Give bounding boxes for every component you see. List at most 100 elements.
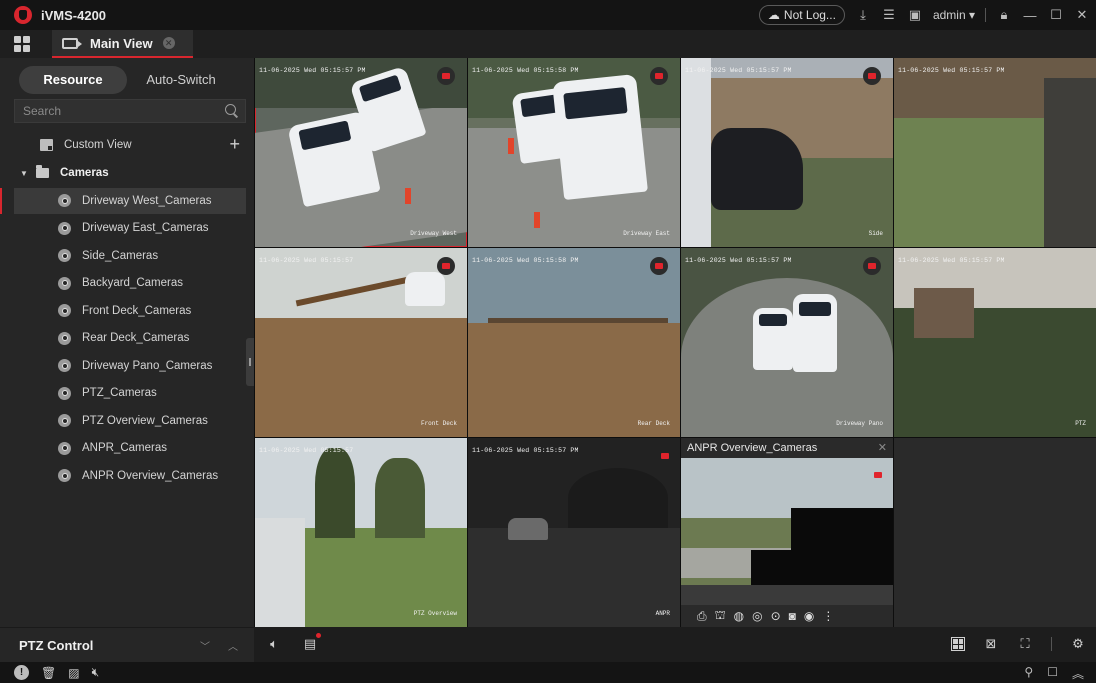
camera-item[interactable]: Side_Cameras [14, 243, 246, 269]
audio-icon[interactable]: 🔈︎ [266, 636, 282, 652]
record-indicator-icon [437, 257, 455, 275]
mute-icon[interactable]: 🔇︎ [92, 665, 100, 680]
search-input[interactable] [15, 104, 225, 118]
digital-zoom-icon[interactable]: ◎ [752, 609, 762, 623]
tab-main-view[interactable]: Main View ✕ [52, 30, 193, 58]
timestamp-overlay: 11-06-2025 Wed 05:15:57 PM [685, 67, 792, 74]
snapshot-icon[interactable]: ▨ [68, 666, 79, 680]
ptz-icon[interactable]: ⛫ [715, 608, 726, 624]
camera-name-overlay: Driveway East [623, 230, 670, 237]
camera-item[interactable]: Front Deck_Cameras [14, 298, 246, 324]
timestamp-overlay: 11-06-2025 Wed 05:15:58 PM [472, 257, 579, 264]
search-icon[interactable] [225, 104, 239, 118]
video-tile[interactable]: 11-06-2025 Wed 05:15:57 PM PTZ [894, 248, 1096, 437]
tab-resource[interactable]: Resource [19, 66, 127, 94]
divider [1051, 637, 1052, 651]
timestamp-overlay: 11-06-2025 Wed 05:15:57 PM [472, 447, 579, 454]
window-layout-icon[interactable] [951, 637, 965, 651]
list-icon[interactable]: ☰ [881, 7, 897, 23]
close-icon[interactable]: ✕ [1074, 7, 1090, 23]
title-bar: iVMS-4200 ☁ Not Log... ⤓ ☰ ▣ admin ▾ 🔒︎ … [0, 0, 1096, 30]
trash-icon[interactable]: 🗑︎ [41, 666, 56, 680]
camera-item[interactable]: Rear Deck_Cameras [14, 325, 246, 351]
video-tile-empty[interactable] [894, 438, 1096, 627]
video-tile[interactable]: 11-06-2025 Wed 05:15:57 Front Deck [255, 248, 467, 437]
lock-icon[interactable]: 🔒︎ [996, 7, 1012, 23]
camera-item[interactable]: Driveway East_Cameras [14, 215, 246, 241]
record-indicator-icon [650, 257, 668, 275]
timestamp-overlay: 11-06-2025 Wed 05:15:57 PM [898, 257, 1005, 264]
record-indicator-icon [650, 67, 668, 85]
tab-bar: Main View ✕ [0, 30, 1096, 58]
camera-item[interactable]: PTZ Overview_Cameras [14, 408, 246, 434]
window-icon[interactable]: ☐ [1047, 665, 1058, 682]
maximize-icon[interactable]: ☐ [1048, 7, 1064, 23]
video-tile[interactable]: 11-06-2025 Wed 05:15:57 PTZ Overview [255, 438, 467, 627]
capture-icon[interactable]: ◙ [789, 609, 796, 623]
camera-item[interactable]: Driveway Pano_Cameras [14, 353, 246, 379]
camera-label: Rear Deck_Cameras [82, 332, 190, 344]
remote-playback-icon[interactable]: ⎙ [697, 609, 707, 624]
camera-item[interactable]: Driveway West_Cameras [0, 187, 246, 214]
camera-icon [58, 331, 71, 345]
tree-item-label: Cameras [60, 167, 109, 179]
add-icon[interactable]: + [229, 134, 240, 154]
video-tile-active[interactable]: ANPR Overview_Cameras ✕ ⎙ ⛫ ◍ ◎ ⊙ ◙ ◉ ⋮ [681, 438, 893, 627]
camera-label: Driveway Pano_Cameras [82, 359, 213, 372]
tab-auto-switch[interactable]: Auto-Switch [127, 66, 235, 94]
login-status-button[interactable]: ☁ Not Log... [758, 5, 845, 25]
timestamp-overlay: 11-06-2025 Wed 05:15:57 [259, 447, 354, 454]
tab-close-icon[interactable]: ✕ [162, 37, 175, 49]
save-view-icon[interactable]: ▤ [302, 633, 321, 652]
tree-item-cameras-group[interactable]: ▼ Cameras [14, 160, 246, 186]
close-icon[interactable]: ✕ [878, 438, 887, 458]
video-tile[interactable]: 11-06-2025 Wed 05:15:57 PM ANPR [468, 438, 680, 627]
divider [985, 8, 986, 22]
camera-icon [58, 249, 71, 262]
camera-item[interactable]: ANPR Overview_Cameras [14, 463, 246, 489]
search-box [14, 99, 246, 123]
camera-item[interactable]: ANPR_Cameras [14, 435, 246, 461]
camera-name-overlay: Driveway West [410, 230, 457, 237]
fisheye-icon[interactable]: ◍ [734, 609, 744, 623]
gear-icon[interactable]: ⚙ [1070, 636, 1086, 652]
image-icon[interactable]: ▣ [907, 7, 923, 23]
video-tile[interactable]: 11-06-2025 Wed 05:15:58 PM Rear Deck [468, 248, 680, 437]
caret-down-icon[interactable]: ▼ [20, 169, 30, 178]
sidebar-collapse-handle[interactable] [246, 338, 254, 386]
camera-item[interactable]: PTZ_Cameras [14, 380, 246, 406]
minimize-icon[interactable]: — [1022, 8, 1038, 23]
video-tile[interactable]: 11-06-2025 Wed 05:15:58 PM Driveway East [468, 58, 680, 247]
video-tile[interactable]: 11-06-2025 Wed 05:15:57 PM Driveway Pano [681, 248, 893, 437]
tile-title: ANPR Overview_Cameras [687, 442, 818, 454]
user-menu[interactable]: admin ▾ [933, 8, 975, 22]
record-indicator-icon [656, 447, 674, 465]
tree-item-custom-view[interactable]: Custom View + [14, 132, 246, 158]
camera-icon [58, 359, 71, 372]
pin-icon[interactable]: ⚲ [1024, 665, 1033, 682]
ptz-control-panel[interactable]: PTZ Control ﹀ ︿ [0, 627, 254, 662]
fullscreen-icon[interactable]: ⛶ [1017, 636, 1033, 652]
chevron-up-icon[interactable]: ︽ [1072, 665, 1084, 682]
video-tile[interactable]: 11-06-2025 Wed 05:15:57 PM Side [681, 58, 893, 247]
status-bar-right: ⚲ ☐ ︽ [1024, 665, 1084, 682]
target-icon[interactable]: ⊙ [771, 609, 781, 623]
camera-item[interactable]: Backyard_Cameras [14, 270, 246, 296]
camera-icon [58, 414, 71, 427]
toolbar-left: 🔈︎ ▤ [266, 633, 321, 652]
chevron-up-icon[interactable]: ︿ [228, 638, 238, 653]
timestamp-overlay: 11-06-2025 Wed 05:15:57 PM [685, 257, 792, 264]
close-all-icon[interactable]: ⊠ [983, 636, 999, 652]
camera-label: PTZ Overview_Cameras [82, 414, 208, 427]
apps-grid-icon[interactable] [14, 36, 30, 52]
custom-view-icon [40, 139, 53, 151]
login-status-label: Not Log... [783, 8, 836, 22]
chevron-down-icon[interactable]: ﹀ [200, 638, 210, 653]
record-icon[interactable]: ◉ [804, 609, 814, 623]
video-tile[interactable]: 11-06-2025 Wed 05:15:57 PM Driveway West [255, 58, 467, 247]
download-icon[interactable]: ⤓ [855, 7, 871, 23]
camera-name-overlay: Driveway Pano [836, 420, 883, 427]
video-tile[interactable]: 11-06-2025 Wed 05:15:57 PM [894, 58, 1096, 247]
alarm-icon[interactable]: ! [14, 665, 29, 680]
more-icon[interactable]: ⋮ [822, 609, 834, 623]
